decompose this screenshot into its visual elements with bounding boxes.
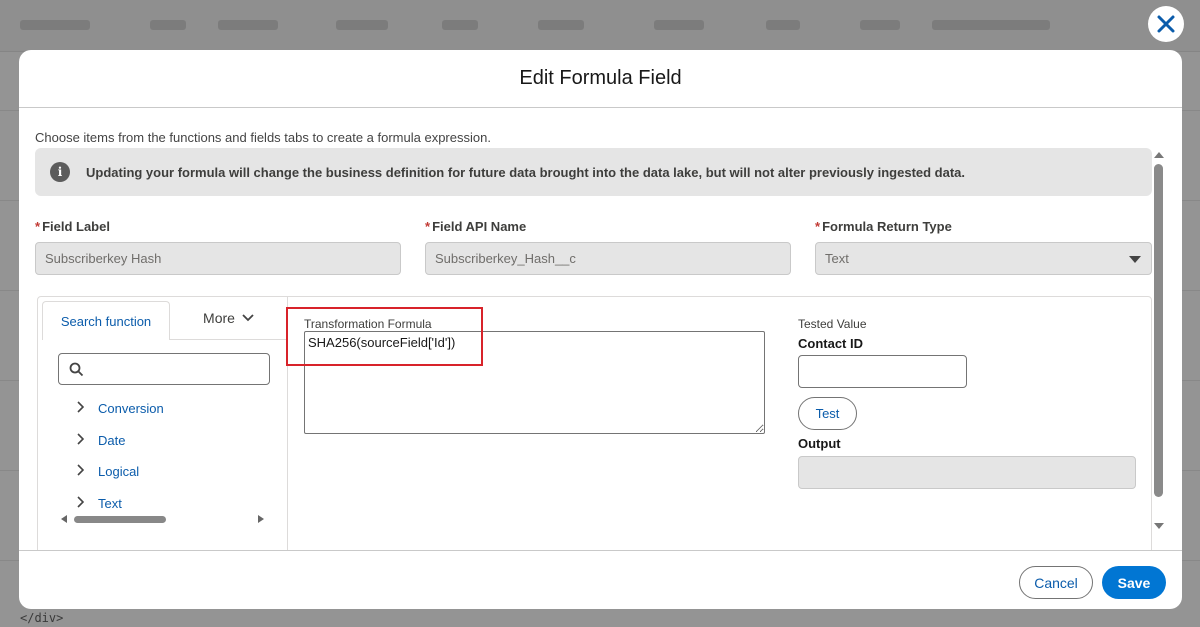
- cancel-button[interactable]: Cancel: [1019, 566, 1093, 599]
- function-search-input[interactable]: [58, 353, 270, 385]
- horizontal-scrollbar[interactable]: [58, 513, 270, 525]
- return-type-select[interactable]: Text: [815, 242, 1152, 275]
- modal-footer: Cancel Save: [19, 550, 1182, 609]
- api-name-group: * Field API Name Subscriberkey_Hash__c: [425, 219, 791, 275]
- chevron-right-icon: [76, 401, 98, 416]
- category-label: Date: [98, 432, 126, 448]
- tab-more-label: More: [203, 310, 235, 326]
- category-label: Text: [98, 495, 122, 511]
- tested-value-label: Tested Value: [798, 317, 867, 331]
- info-icon: i: [50, 162, 70, 182]
- vertical-scrollbar[interactable]: [1151, 150, 1167, 532]
- return-type-title: * Formula Return Type: [815, 219, 1152, 237]
- formula-editor-panel: Search function More Conversion Date Log…: [37, 296, 1152, 550]
- return-type-group: * Formula Return Type Text: [815, 219, 1152, 275]
- modal-body[interactable]: Choose items from the functions and fiel…: [19, 109, 1182, 550]
- field-label-input[interactable]: Subscriberkey Hash: [35, 242, 401, 275]
- close-icon: [1157, 15, 1175, 33]
- api-name-input[interactable]: Subscriberkey_Hash__c: [425, 242, 791, 275]
- field-label-group: * Field Label Subscriberkey Hash: [35, 219, 401, 275]
- return-type-text: Formula Return Type: [822, 219, 952, 234]
- formula-label: Transformation Formula: [304, 317, 432, 331]
- function-category-list: Conversion Date Logical Text: [76, 393, 164, 519]
- category-conversion[interactable]: Conversion: [76, 393, 164, 425]
- required-marker: *: [815, 219, 821, 234]
- output-label: Output: [798, 436, 841, 451]
- required-marker: *: [35, 219, 41, 234]
- function-tabs: Search function More: [38, 297, 288, 340]
- field-label-title: * Field Label: [35, 219, 401, 237]
- functions-panel: Search function More Conversion Date Log…: [38, 297, 288, 550]
- field-label-text: Field Label: [42, 219, 110, 234]
- modal-header: Edit Formula Field: [19, 50, 1182, 108]
- scroll-right-icon[interactable]: [258, 515, 264, 523]
- contact-id-label: Contact ID: [798, 336, 863, 351]
- formula-textarea[interactable]: [304, 331, 765, 434]
- edit-formula-modal: Edit Formula Field Choose items from the…: [19, 50, 1182, 609]
- close-button[interactable]: [1148, 6, 1184, 42]
- scrollbar-thumb[interactable]: [74, 516, 166, 523]
- chevron-right-icon: [76, 433, 98, 448]
- tab-more[interactable]: More: [170, 297, 288, 340]
- scroll-left-icon[interactable]: [61, 515, 67, 523]
- instructions-text: Choose items from the functions and fiel…: [35, 130, 491, 145]
- modal-title: Edit Formula Field: [519, 67, 682, 89]
- scrollbar-thumb[interactable]: [1154, 164, 1163, 497]
- test-button[interactable]: Test: [798, 397, 857, 430]
- return-type-value: Text: [825, 251, 849, 266]
- required-marker: *: [425, 219, 431, 234]
- chevron-right-icon: [76, 464, 98, 479]
- api-name-title: * Field API Name: [425, 219, 791, 237]
- tab-search-function[interactable]: Search function: [42, 301, 170, 340]
- chevron-right-icon: [76, 496, 98, 511]
- scroll-up-icon[interactable]: [1154, 152, 1164, 158]
- background-code-fragment: </div>: [20, 611, 64, 625]
- search-icon: [69, 362, 84, 377]
- api-name-text: Field API Name: [432, 219, 527, 234]
- scroll-down-icon[interactable]: [1154, 523, 1164, 529]
- chevron-down-icon: [242, 314, 254, 322]
- category-label: Logical: [98, 464, 140, 480]
- save-button[interactable]: Save: [1102, 566, 1166, 599]
- output-field: [798, 456, 1136, 489]
- category-label: Conversion: [98, 401, 164, 417]
- info-alert: i Updating your formula will change the …: [35, 148, 1152, 196]
- category-date[interactable]: Date: [76, 425, 164, 457]
- category-logical[interactable]: Logical: [76, 456, 164, 488]
- alert-text: Updating your formula will change the bu…: [86, 164, 966, 180]
- contact-id-input[interactable]: [798, 355, 967, 388]
- chevron-down-icon: [1129, 256, 1141, 263]
